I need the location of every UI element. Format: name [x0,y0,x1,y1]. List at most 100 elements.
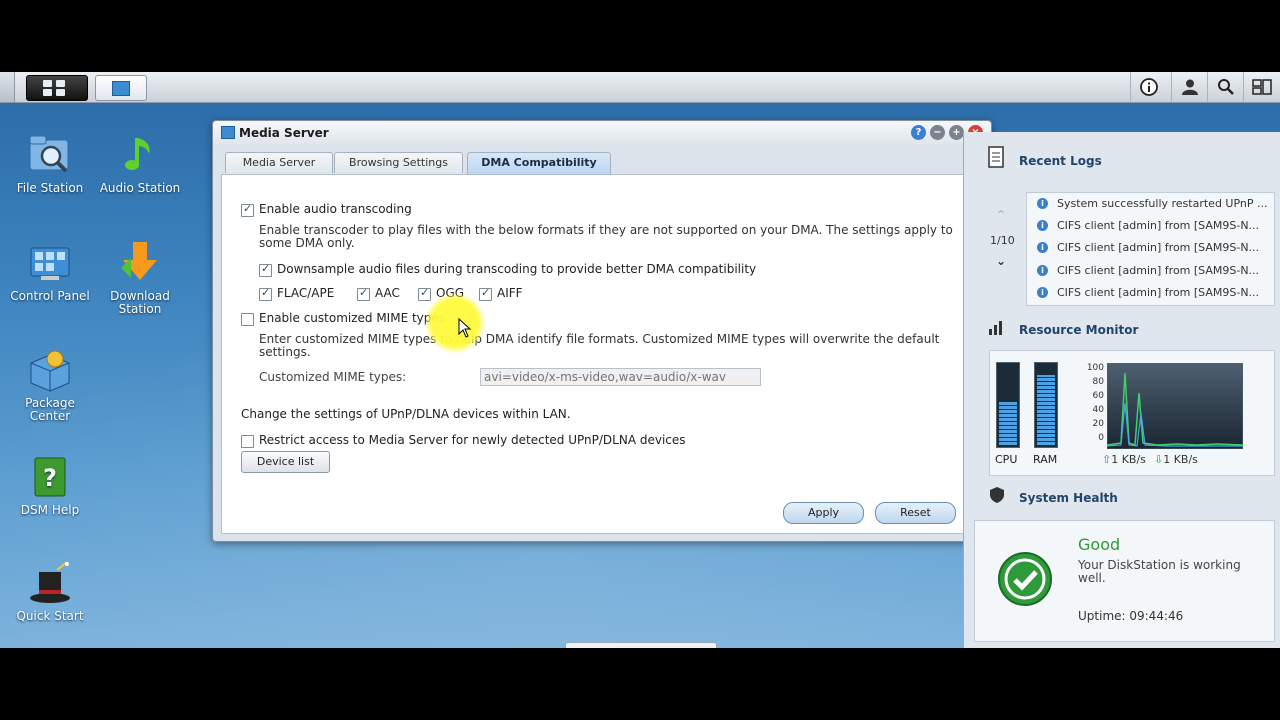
apply-button[interactable]: Apply [783,502,864,524]
tab-media-server[interactable]: Media Server [225,152,333,173]
system-health-icon [990,487,1004,503]
mouse-pointer-icon [458,318,472,338]
desktop-icon-download-station[interactable]: Download Station [95,240,185,316]
desktop-icon-label: Control Panel [10,289,90,303]
desktop-icon-control-panel[interactable]: Control Panel [5,240,95,303]
tab-dma-compatibility[interactable]: DMA Compatibility [467,152,611,174]
log-document-icon [988,146,1004,168]
desktop-icon-label: Quick Start [16,609,84,623]
restrict-access-checkbox[interactable] [241,435,254,448]
music-note-icon [117,132,163,178]
tab-browsing-settings[interactable]: Browsing Settings [334,152,463,173]
download-arrow-icon [117,240,163,286]
check-circle-icon [998,552,1052,606]
info-button[interactable] [1130,72,1167,102]
audio-transcoding-description-2: some DMA only. [259,236,355,250]
button-label: Reset [900,506,931,519]
system-health-box: Good Your DiskStation is working well. U… [974,520,1275,642]
minimize-icon[interactable]: − [930,125,945,140]
media-server-icon [221,126,235,139]
log-page-indicator: 1/10 [990,234,1015,247]
uptime: Uptime: 09:44:46 [1078,609,1184,623]
downsample-checkbox[interactable] [259,262,272,277]
info-icon: i [1037,198,1048,209]
widgets-icon [1252,79,1272,95]
desktop-icon-label: Audio Station [99,181,181,195]
button-label: Apply [807,506,840,519]
desktop-icon-file-station[interactable]: File Station [5,132,95,195]
help-book-icon: ? [27,454,73,500]
system-health-title: System Health [1019,491,1118,505]
health-status: Good [1078,535,1121,554]
ram-bar [1034,362,1058,448]
aiff-label: AIFF [497,286,523,300]
log-entry[interactable]: i CIFS client [admin] from [SAM9S-N... [1037,260,1280,281]
desktop-icon-label: Package Center [25,396,75,423]
network-y-axis: 100 80 60 40 20 0 [1082,363,1106,449]
desktop-icon-dsm-help[interactable]: ? DSM Help [5,454,95,517]
log-entry[interactable]: i CIFS client [admin] from [SAM9S-N... [1037,215,1280,236]
aiff-checkbox[interactable] [479,286,492,301]
info-icon: i [1037,220,1048,231]
log-entry[interactable]: i CIFS client [admin] from [SAM9S-N... [1037,282,1280,303]
taskbar-media-server-button[interactable] [95,75,147,101]
help-icon[interactable]: ? [911,125,926,140]
log-scroll-down-icon[interactable]: ⌄ [996,254,1006,268]
resource-monitor-title: Resource Monitor [1019,323,1139,337]
cursor-highlight [425,293,485,353]
dma-compatibility-panel: Enable audio transcoding Enable transcod… [221,174,983,534]
upload-rate: ⇧1 KB/s [1102,453,1146,466]
audio-transcoding-description-1: Enable transcoder to play files with the… [259,223,953,237]
cpu-bar-fill [999,401,1017,445]
mime-types-checkbox[interactable] [241,313,254,326]
desktop-icon-package-center[interactable]: Package Center [5,347,95,423]
cpu-label: CPU [995,453,1018,466]
reset-button[interactable]: Reset [875,502,956,524]
flac-ape-label: FLAC/APE [277,286,335,300]
desktop-icon-quick-start[interactable]: Quick Start [5,560,95,623]
control-panel-icon [27,240,73,286]
desktop: File Station Audio Station Control Panel… [0,72,1280,648]
log-entry[interactable]: i System successfully restarted UPnP ... [1037,193,1280,214]
taskbar-left-edge[interactable] [0,72,15,102]
search-button[interactable] [1207,72,1244,102]
downsample-label: Downsample audio files during transcodin… [277,262,757,276]
device-list-button[interactable]: Device list [241,451,330,473]
ogg-checkbox[interactable] [418,286,431,301]
desktop-icon-audio-station[interactable]: Audio Station [95,132,185,195]
grid-icon-cell [56,80,65,87]
mime-types-input[interactable] [480,368,761,386]
svg-text:?: ? [43,464,57,492]
y-tick-label: 20 [1092,419,1104,429]
package-box-icon [27,347,73,393]
user-button[interactable] [1171,72,1208,102]
tab-label: Media Server [242,156,316,169]
log-entry-text: CIFS client [admin] from [SAM9S-N... [1057,219,1260,232]
ram-bar-fill [1037,374,1055,445]
log-entry-text: System successfully restarted UPnP ... [1057,197,1268,210]
aac-label: AAC [375,286,400,300]
flac-ape-checkbox[interactable] [259,286,272,301]
grid-icon-cell [56,89,65,96]
resource-monitor-box: CPU RAM 100 80 60 40 20 0 ⇧1 KB/s ⇩1 KB/s [989,350,1275,476]
bottom-notification-tab[interactable] [565,642,717,648]
health-message-1: Your DiskStation is working [1078,558,1241,572]
log-entry-text: CIFS client [admin] from [SAM9S-N... [1057,264,1260,277]
audio-transcoding-checkbox[interactable] [241,202,254,217]
log-entry[interactable]: i CIFS client [admin] from [SAM9S-N... [1037,237,1280,258]
window-title: Media Server [239,126,329,140]
y-tick-label: 80 [1092,377,1104,387]
upload-arrow-icon: ⇧ [1102,453,1112,466]
widgets-button[interactable] [1243,72,1280,102]
desktop-icon-label: DSM Help [20,503,80,517]
download-rate-text: 1 KB/s [1163,453,1198,466]
main-menu-button[interactable] [26,75,88,101]
log-scroll-up-icon[interactable]: ⌃ [996,208,1006,222]
maximize-icon[interactable]: + [949,125,964,140]
ram-label: RAM [1033,453,1058,466]
y-tick-label: 0 [1098,433,1104,443]
aac-checkbox[interactable] [357,286,370,301]
download-rate: ⇩1 KB/s [1154,453,1198,466]
info-icon: i [1037,287,1048,298]
window-titlebar[interactable]: Media Server ? − + × [213,121,991,145]
